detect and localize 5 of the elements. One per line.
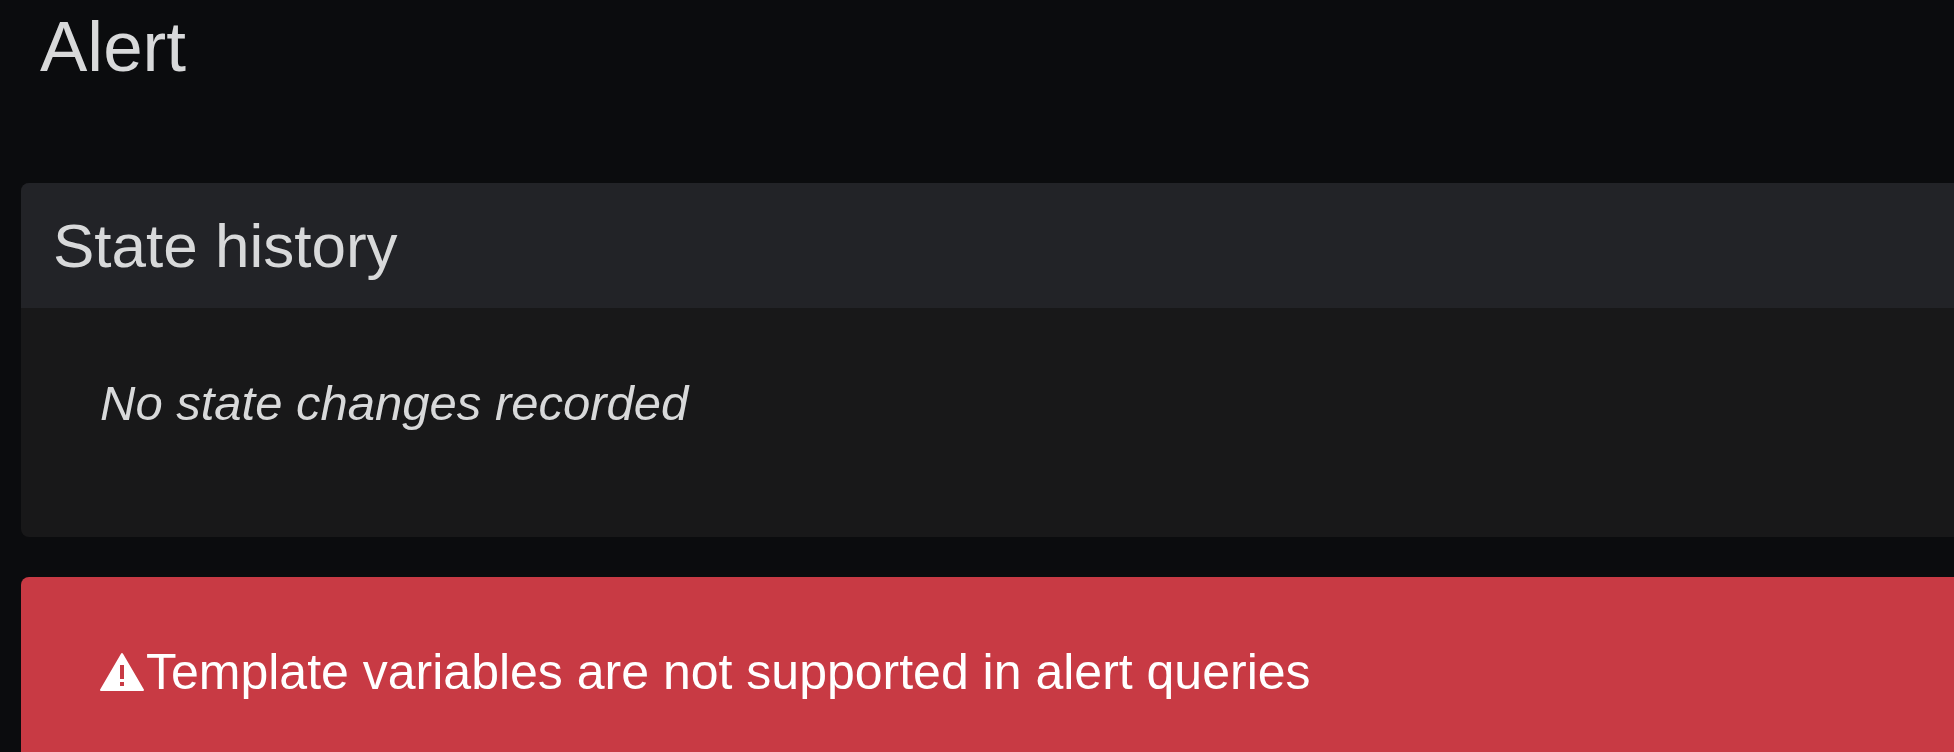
page-title: Alert (39, 6, 187, 88)
panel-title: State history (21, 183, 1954, 308)
alert-message: Template variables are not supported in alert queries (146, 643, 1311, 701)
empty-message: No state changes recorded (100, 374, 689, 432)
warning-icon (100, 652, 144, 692)
